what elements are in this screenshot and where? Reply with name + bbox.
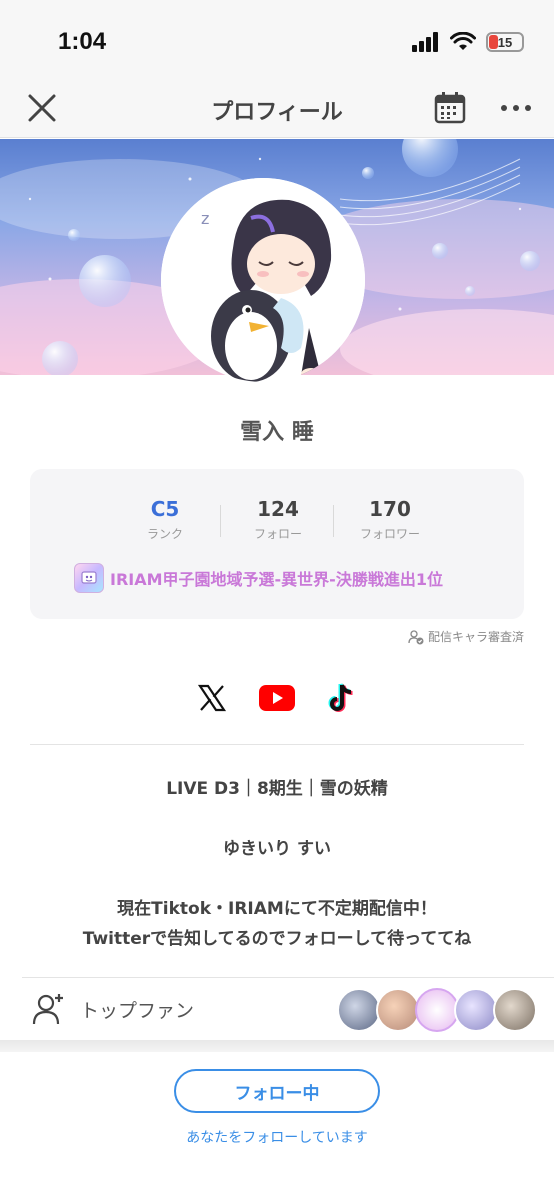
follow-count: 124 <box>257 497 299 521</box>
divider <box>22 977 554 978</box>
nav-bar: プロフィール <box>0 80 554 138</box>
fan-avatar[interactable] <box>376 988 420 1032</box>
bio-line-3: 現在Tiktok・IRIAMにて不定期配信中！ <box>117 899 437 919</box>
follower-count: 170 <box>369 497 411 521</box>
stat-divider <box>220 505 221 537</box>
rank-label: ランク <box>146 527 183 541</box>
follow-label: フォロー <box>253 527 302 541</box>
calendar-icon[interactable] <box>432 90 468 126</box>
page-title: プロフィール <box>211 100 343 125</box>
stats-card: C5 ランク 124 フォロー 170 フォロワー IRIAM甲子園地域予選-異… <box>30 469 524 619</box>
divider <box>30 744 524 745</box>
avatar-illustration: z <box>161 178 365 382</box>
signal-icon <box>412 32 438 52</box>
status-bar: 1:04 15 <box>0 0 554 80</box>
fan-avatar[interactable] <box>415 988 459 1032</box>
top-fans-label: トップファン <box>80 1000 195 1022</box>
social-links <box>0 678 554 718</box>
fan-avatar[interactable] <box>337 988 381 1032</box>
status-icons: 15 <box>412 32 524 52</box>
youtube-icon[interactable] <box>257 678 297 718</box>
svg-text:z: z <box>201 209 209 228</box>
fan-avatar[interactable] <box>454 988 498 1032</box>
achievement-text: IRIAM甲子園地域予選-異世界-決勝戦進出1位 <box>110 570 443 589</box>
bio-line-2: ゆきいり すい <box>223 839 331 859</box>
battery-level: 15 <box>497 34 513 50</box>
x-icon[interactable] <box>192 678 232 718</box>
add-user-icon <box>32 994 63 1025</box>
rank-stat[interactable]: C5 ランク <box>110 497 220 542</box>
user-name: 雪入 睡 <box>240 420 314 445</box>
achievement-badge-row[interactable]: IRIAM甲子園地域予選-異世界-決勝戦進出1位 <box>74 563 443 593</box>
avatar[interactable]: z <box>161 178 365 382</box>
trophy-badge-icon <box>74 563 104 593</box>
stat-divider <box>333 505 334 537</box>
bottom-bar: フォロー中 あなたをフォローしています <box>0 1052 554 1199</box>
follows-you-text: あなたをフォローしています <box>186 1130 368 1146</box>
wifi-icon <box>450 32 476 50</box>
review-note-text: 配信キャラ審査済 <box>427 630 524 644</box>
bio-line-4: Twitterで告知してるのでフォローして待っててね <box>82 929 472 949</box>
bio-line-1: LIVE D3｜8期生｜雪の妖精 <box>166 779 388 799</box>
fan-avatar[interactable] <box>493 988 537 1032</box>
follower-label: フォロワー <box>359 527 420 541</box>
more-icon[interactable] <box>498 94 534 122</box>
status-time: 1:04 <box>58 28 107 55</box>
review-note: 配信キャラ審査済 <box>408 628 524 645</box>
follow-stat[interactable]: 124 フォロー <box>223 497 333 542</box>
top-fans-row[interactable]: トップファン <box>0 980 554 1040</box>
rank-value: C5 <box>150 497 180 521</box>
verified-character-icon <box>408 629 424 644</box>
follower-stat[interactable]: 170 フォロワー <box>335 497 445 542</box>
tiktok-icon[interactable] <box>322 678 362 718</box>
battery-icon: 15 <box>486 32 524 52</box>
following-button[interactable]: フォロー中 <box>174 1069 380 1113</box>
